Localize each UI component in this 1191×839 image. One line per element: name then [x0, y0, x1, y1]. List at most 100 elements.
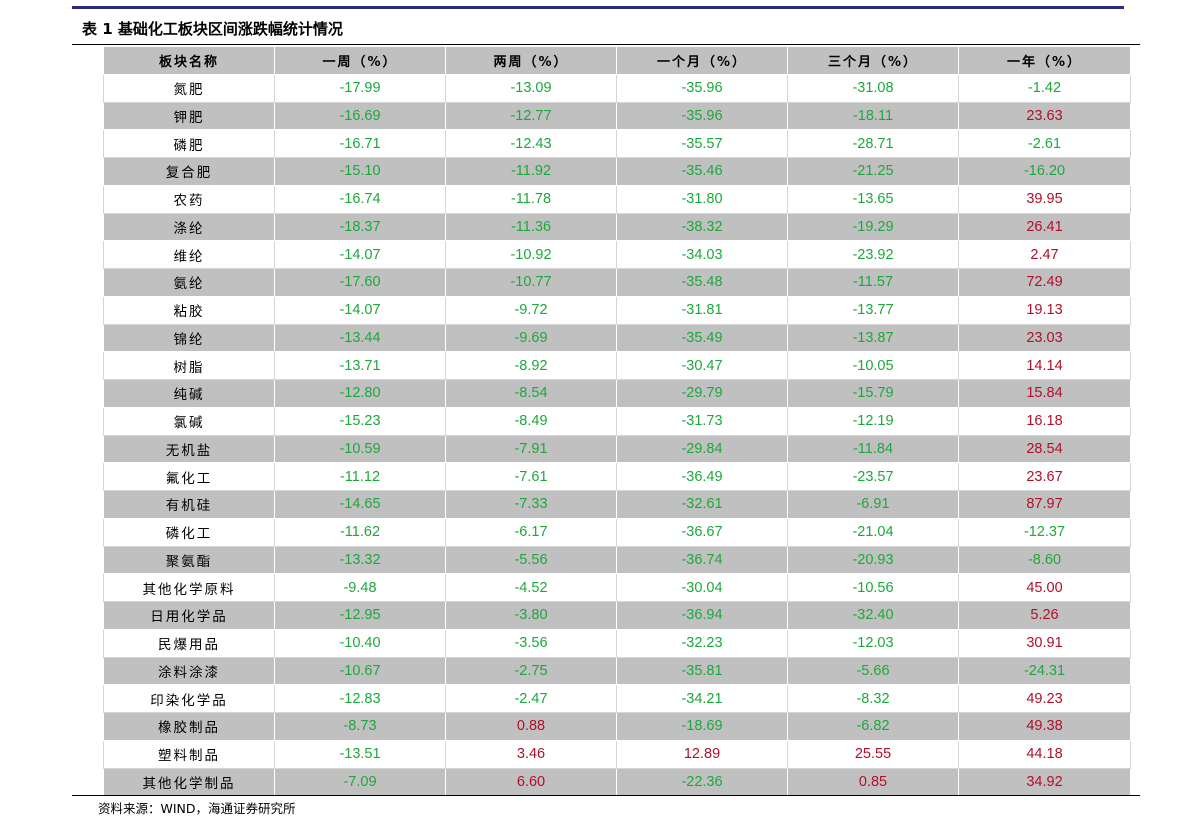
value-cell: -13.51	[274, 739, 446, 769]
value-cell: 30.91	[958, 628, 1131, 658]
value-cell: -11.57	[787, 268, 959, 297]
value-cell: 0.85	[787, 767, 959, 797]
column-header-3m: 三个月（%）	[787, 46, 959, 75]
column-header-1y: 一年（%）	[958, 46, 1131, 75]
table-row: 无机盐 -10.59 -7.91 -29.84 -11.84 28.54	[103, 434, 1131, 464]
value-cell: -14.07	[274, 240, 446, 269]
sector-name-cell: 纯碱	[103, 379, 275, 408]
value-cell: -11.78	[445, 184, 617, 214]
sector-name-cell: 维纶	[103, 240, 275, 269]
value-cell: -35.81	[616, 656, 788, 686]
value-cell: -16.71	[274, 129, 446, 158]
value-cell: 23.63	[958, 101, 1131, 131]
value-cell: -3.56	[445, 628, 617, 658]
value-cell: -11.84	[787, 434, 959, 464]
value-cell: -13.09	[445, 73, 617, 103]
value-cell: -6.91	[787, 490, 959, 519]
value-cell: 2.47	[958, 240, 1131, 269]
value-cell: 26.41	[958, 212, 1131, 242]
value-cell: -15.10	[274, 157, 446, 186]
table-row: 氯碱 -15.23 -8.49 -31.73 -12.19 16.18	[103, 406, 1131, 436]
value-cell: -2.47	[445, 684, 617, 713]
table-row: 涤纶 -18.37 -11.36 -38.32 -19.29 26.41	[103, 212, 1131, 242]
value-cell: -36.67	[616, 517, 788, 547]
value-cell: 5.26	[958, 601, 1131, 630]
value-cell: -13.65	[787, 184, 959, 214]
sector-name-cell: 其他化学制品	[103, 767, 275, 797]
value-cell: -11.92	[445, 157, 617, 186]
sector-name-cell: 涤纶	[103, 212, 275, 242]
value-cell: -21.25	[787, 157, 959, 186]
value-cell: -38.32	[616, 212, 788, 242]
value-cell: 25.55	[787, 739, 959, 769]
value-cell: -16.20	[958, 157, 1131, 186]
table-row: 粘胶 -14.07 -9.72 -31.81 -13.77 19.13	[103, 295, 1131, 325]
table-row: 农药 -16.74 -11.78 -31.80 -13.65 39.95	[103, 184, 1131, 214]
value-cell: -24.31	[958, 656, 1131, 686]
value-cell: 39.95	[958, 184, 1131, 214]
sector-name-cell: 钾肥	[103, 101, 275, 131]
value-cell: -29.84	[616, 434, 788, 464]
value-cell: -29.79	[616, 379, 788, 408]
value-cell: -31.08	[787, 73, 959, 103]
sector-name-cell: 有机硅	[103, 490, 275, 519]
value-cell: -12.77	[445, 101, 617, 131]
value-cell: -15.79	[787, 379, 959, 408]
column-header-sector: 板块名称	[103, 46, 275, 75]
value-cell: -31.80	[616, 184, 788, 214]
table-row: 复合肥 -15.10 -11.92 -35.46 -21.25 -16.20	[103, 157, 1131, 186]
sector-performance-table: 板块名称 一周（%） 两周（%） 一个月（%） 三个月（%） 一年（%） 氮肥 -…	[103, 46, 1131, 797]
value-cell: -8.54	[445, 379, 617, 408]
table-row: 纯碱 -12.80 -8.54 -29.79 -15.79 15.84	[103, 379, 1131, 408]
value-cell: 28.54	[958, 434, 1131, 464]
value-cell: -10.05	[787, 351, 959, 380]
value-cell: -10.77	[445, 268, 617, 297]
value-cell: -7.09	[274, 767, 446, 797]
value-cell: -18.69	[616, 712, 788, 741]
sector-name-cell: 氮肥	[103, 73, 275, 103]
value-cell: -7.61	[445, 462, 617, 491]
value-cell: -8.92	[445, 351, 617, 380]
value-cell: -17.60	[274, 268, 446, 297]
sector-name-cell: 锦纶	[103, 323, 275, 353]
value-cell: -5.66	[787, 656, 959, 686]
value-cell: -35.49	[616, 323, 788, 353]
value-cell: -30.47	[616, 351, 788, 380]
value-cell: -10.56	[787, 573, 959, 602]
sector-name-cell: 磷肥	[103, 129, 275, 158]
value-cell: -7.33	[445, 490, 617, 519]
table-row: 锦纶 -13.44 -9.69 -35.49 -13.87 23.03	[103, 323, 1131, 353]
table-row: 磷肥 -16.71 -12.43 -35.57 -28.71 -2.61	[103, 129, 1131, 158]
value-cell: -10.59	[274, 434, 446, 464]
table-title: 表 1 基础化工板块区间涨跌幅统计情况	[82, 20, 343, 38]
table-row: 日用化学品 -12.95 -3.80 -36.94 -32.40 5.26	[103, 601, 1131, 630]
value-cell: 49.23	[958, 684, 1131, 713]
value-cell: -34.03	[616, 240, 788, 269]
value-cell: -9.69	[445, 323, 617, 353]
value-cell: 6.60	[445, 767, 617, 797]
table-row: 有机硅 -14.65 -7.33 -32.61 -6.91 87.97	[103, 490, 1131, 519]
column-header-1m: 一个月（%）	[616, 46, 788, 75]
value-cell: -15.23	[274, 406, 446, 436]
value-cell: -22.36	[616, 767, 788, 797]
table-row: 橡胶制品 -8.73 0.88 -18.69 -6.82 49.38	[103, 712, 1131, 741]
value-cell: 15.84	[958, 379, 1131, 408]
value-cell: -12.83	[274, 684, 446, 713]
value-cell: 49.38	[958, 712, 1131, 741]
value-cell: -18.11	[787, 101, 959, 131]
value-cell: -11.62	[274, 517, 446, 547]
value-cell: -32.61	[616, 490, 788, 519]
value-cell: -8.60	[958, 545, 1131, 575]
sector-name-cell: 氟化工	[103, 462, 275, 491]
table-row: 聚氨酯 -13.32 -5.56 -36.74 -20.93 -8.60	[103, 545, 1131, 575]
title-divider	[72, 44, 1140, 45]
value-cell: 16.18	[958, 406, 1131, 436]
value-cell: 87.97	[958, 490, 1131, 519]
value-cell: -10.92	[445, 240, 617, 269]
value-cell: 12.89	[616, 739, 788, 769]
value-cell: -10.67	[274, 656, 446, 686]
value-cell: -23.92	[787, 240, 959, 269]
value-cell: -5.56	[445, 545, 617, 575]
sector-name-cell: 农药	[103, 184, 275, 214]
value-cell: -1.42	[958, 73, 1131, 103]
